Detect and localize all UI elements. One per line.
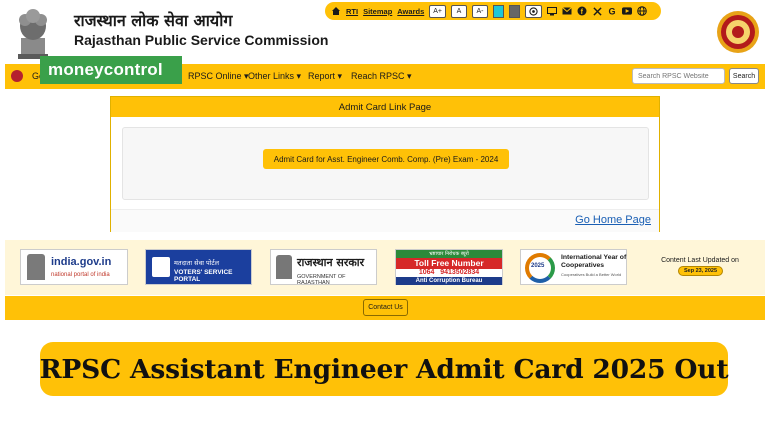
- cooperatives-year: 2025: [531, 263, 545, 269]
- rajasthan-govt-english: GOVERNMENT OF RAJASTHAN: [297, 274, 346, 286]
- last-updated-label: Content Last Updated on: [661, 257, 739, 264]
- panel-footer: Go Home Page: [111, 209, 659, 232]
- acb-top-line: भ्रष्टाचार निरोधक ब्यूरो: [396, 250, 502, 258]
- anti-corruption-logo[interactable]: भ्रष्टाचार निरोधक ब्यूरो Toll Free Numbe…: [395, 249, 503, 285]
- panel-body: Admit Card for Asst. Engineer Comb. Comp…: [122, 127, 649, 200]
- rpsc-seal-icon: [717, 11, 759, 53]
- awards-link[interactable]: Awards: [397, 7, 424, 16]
- youtube-icon[interactable]: [622, 6, 633, 16]
- voters-portal-logo[interactable]: मतदाता सेवा पोर्टल VOTERS' SERVICE PORTA…: [145, 249, 252, 285]
- contact-us-button[interactable]: Contact Us: [363, 299, 408, 316]
- globe-icon[interactable]: [637, 6, 647, 16]
- national-emblem-icon: [27, 254, 45, 280]
- nav-item-rpsc-online[interactable]: RPSC Online ▾: [188, 71, 249, 82]
- nav-item-report[interactable]: Report ▾: [308, 71, 342, 82]
- india-gov-logo[interactable]: india.gov.in national portal of india: [20, 249, 128, 285]
- admit-card-button[interactable]: Admit Card for Asst. Engineer Comb. Comp…: [263, 149, 509, 169]
- admit-card-panel: Admit Card Link Page Admit Card for Asst…: [110, 96, 660, 232]
- moneycontrol-watermark: moneycontrol: [40, 56, 182, 84]
- rajasthan-govt-logo[interactable]: राजस्थान सरकार GOVERNMENT OF RAJASTHAN: [270, 249, 377, 286]
- cooperatives-title: International Year of Cooperatives: [561, 254, 627, 269]
- cooperatives-subtitle: Cooperatives Build a Better World: [561, 272, 622, 277]
- acb-phone-number: 9413502834: [440, 269, 480, 276]
- acb-toll-free-title: Toll Free Number: [396, 258, 502, 269]
- acb-numbers: 1064 9413502834: [408, 269, 490, 277]
- site-title-english: Rajasthan Public Service Commission: [74, 32, 329, 48]
- x-twitter-icon[interactable]: [592, 6, 602, 16]
- site-title-hindi: राजस्थान लोक सेवा आयोग: [74, 11, 233, 30]
- svg-text:G: G: [609, 7, 616, 17]
- partner-logos-strip: india.gov.in national portal of india मत…: [5, 240, 765, 295]
- site-header: राजस्थान लोक सेवा आयोग Rajasthan Public …: [0, 0, 770, 64]
- font-normal-button[interactable]: A: [451, 4, 468, 18]
- panel-heading: Admit Card Link Page: [111, 97, 659, 117]
- voters-portal-hindi: मतदाता सेवा पोर्टल: [174, 259, 219, 267]
- sitemap-link[interactable]: Sitemap: [363, 7, 392, 16]
- monitor-icon[interactable]: [547, 6, 558, 16]
- state-emblem-icon: [18, 9, 48, 59]
- search-button[interactable]: Search: [729, 68, 759, 84]
- acb-bureau-name: Anti Corruption Bureau: [396, 277, 502, 285]
- font-decrease-button[interactable]: A-: [472, 4, 489, 18]
- rti-link[interactable]: RTI: [346, 7, 358, 16]
- search-input[interactable]: [632, 68, 725, 84]
- voters-portal-english: VOTERS' SERVICE PORTAL: [174, 269, 233, 283]
- email-icon[interactable]: [562, 6, 572, 16]
- rajasthan-govt-hindi: राजस्थान सरकार: [297, 256, 365, 269]
- site-footer: Contact Us: [5, 296, 765, 320]
- voter-icon: [152, 257, 170, 277]
- state-emblem-small-icon: [276, 255, 292, 279]
- india-gov-title: india.gov.in: [51, 256, 112, 268]
- go-home-link[interactable]: Go Home Page: [575, 214, 651, 226]
- cooperatives-year-logo[interactable]: 2025 International Year of Cooperatives …: [520, 249, 627, 285]
- screen-reader-icon[interactable]: [525, 4, 543, 18]
- nav-item-other-links[interactable]: Other Links ▾: [248, 71, 301, 82]
- facebook-icon[interactable]: f: [577, 6, 587, 16]
- home-icon[interactable]: [331, 6, 341, 16]
- india-gov-subtitle: national portal of india: [51, 272, 110, 278]
- top-utility-bar: RTI Sitemap Awards A+ A A- f G: [325, 2, 661, 20]
- acb-toll-number: 1064: [418, 269, 435, 276]
- nav-item-reach-rpsc[interactable]: Reach RPSC ▾: [351, 71, 412, 82]
- contrast-cyan-button[interactable]: [493, 4, 505, 18]
- font-increase-button[interactable]: A+: [429, 4, 447, 18]
- google-icon[interactable]: G: [607, 6, 617, 17]
- last-updated-date: Sep 23, 2025: [678, 266, 724, 276]
- nav-home-icon[interactable]: [11, 70, 23, 82]
- article-headline: RPSC Assistant Engineer Admit Card 2025 …: [40, 342, 729, 396]
- contrast-grey-button[interactable]: [509, 4, 521, 18]
